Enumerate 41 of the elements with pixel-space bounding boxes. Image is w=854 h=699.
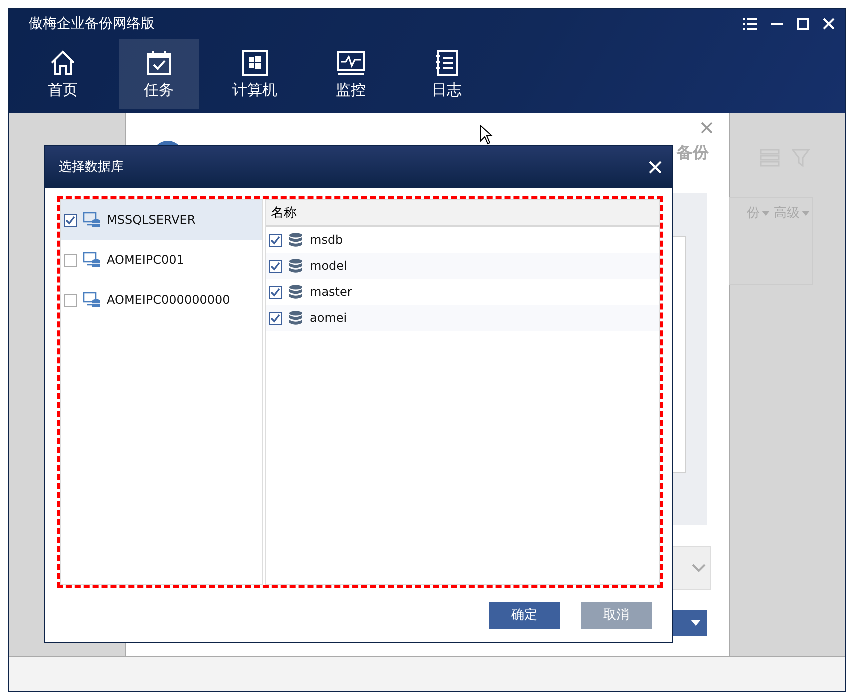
panel-title: 备份	[677, 143, 709, 164]
database-item[interactable]: msdb	[266, 227, 659, 253]
computer-database-icon	[83, 212, 101, 228]
nav-tab[interactable]: 首页	[23, 39, 103, 109]
instance-item[interactable]: AOMEIPC000000000	[61, 280, 262, 320]
caret-icon	[691, 620, 701, 626]
nav-tab[interactable]: 计算机	[215, 39, 295, 109]
column-header: 名称	[266, 200, 659, 227]
database-icon	[289, 310, 303, 326]
minimize-icon[interactable]	[771, 22, 783, 26]
checkbox[interactable]	[269, 312, 282, 324]
database-icon	[289, 232, 303, 248]
database-item[interactable]: model	[266, 253, 659, 279]
nav-tab[interactable]: 监控	[311, 39, 391, 109]
confirm-button[interactable]: 确定	[489, 602, 560, 628]
database-item[interactable]: master	[266, 279, 659, 305]
window-title: 傲梅企业备份网络版	[29, 15, 155, 33]
database-item[interactable]: aomei	[266, 305, 659, 331]
checkbox[interactable]	[64, 214, 77, 226]
house-icon	[49, 48, 77, 76]
checkbox[interactable]	[64, 254, 77, 266]
dialog-title: 选择数据库	[59, 159, 124, 176]
checkbox[interactable]	[269, 260, 282, 272]
maximize-icon[interactable]	[797, 18, 809, 30]
checkbox[interactable]	[64, 294, 77, 306]
chevron-down-icon	[692, 564, 706, 572]
calendar-check-icon	[145, 48, 173, 76]
checkbox[interactable]	[269, 234, 282, 246]
monitor-chart-icon	[336, 48, 366, 76]
instance-item[interactable]: MSSQLSERVER	[61, 200, 262, 240]
windows-icon	[241, 48, 269, 76]
instance-item[interactable]: AOMEIPC001	[61, 240, 262, 280]
computer-database-icon	[83, 252, 101, 268]
checkbox[interactable]	[269, 286, 282, 298]
nav-tab[interactable]: 任务	[119, 39, 199, 109]
menu-icon[interactable]	[743, 18, 757, 30]
document-list-icon	[433, 48, 461, 76]
computer-database-icon	[83, 292, 101, 308]
database-icon	[289, 258, 303, 274]
nav-tab[interactable]: 日志	[407, 39, 487, 109]
database-icon	[289, 284, 303, 300]
